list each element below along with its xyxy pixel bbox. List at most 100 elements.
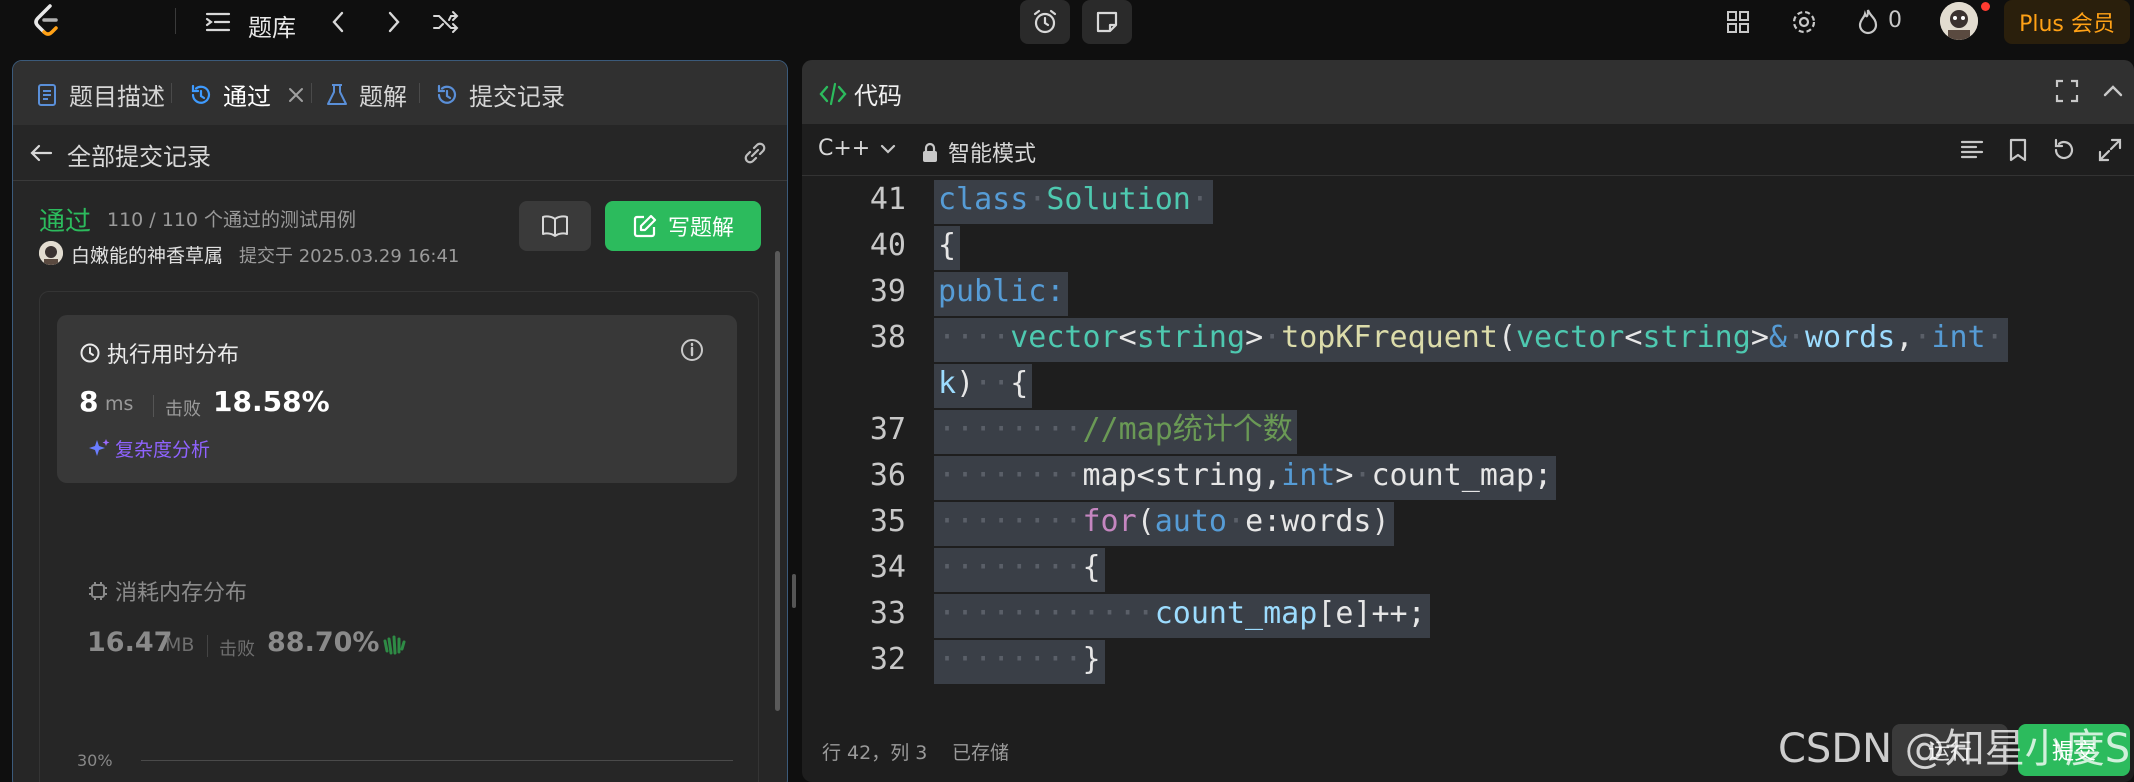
divider [175,8,176,34]
close-tab-icon[interactable] [285,84,307,106]
memory-beat-percent: 88.70% [267,627,380,658]
view-notes-button[interactable] [519,201,591,251]
language-select[interactable]: C++ [818,136,898,161]
editor-toolbar: C++ 智能模式 [802,124,2134,176]
fullscreen-icon[interactable] [2052,76,2082,106]
settings-gear-icon[interactable] [1788,6,1820,38]
code-line: 36 ········map<string,int>·count_map; [802,452,2134,500]
line-number: 40 [869,228,906,263]
line-number: 41 [869,182,906,217]
tab-accepted[interactable]: 通过 [187,77,307,112]
chip-icon [87,580,109,602]
tab-label: 题目描述 [69,83,165,111]
all-submissions-title[interactable]: 全部提交记录 [67,137,211,172]
chart-gridline [141,760,733,761]
document-icon [33,81,61,109]
code-line: 33 ············count_map[e]++; [802,590,2134,638]
code-line: 37 ········//map统计个数 [802,406,2134,454]
clock-icon [79,342,101,364]
streak-count: 0 [1888,8,1902,33]
line-number: 34 [869,550,906,585]
reset-undo-icon[interactable] [2050,136,2078,164]
alarm-clock-icon [1033,9,1057,34]
code-text: k)··{ [934,364,1033,408]
code-text: ········map<string,int>·count_map; [934,456,1557,500]
code-line: 32 ········} [802,636,2134,684]
problem-bank-label[interactable]: 题库 [248,8,296,43]
user-name[interactable]: 白嫩能的神香草属 [71,241,223,268]
back-arrow-icon[interactable] [27,139,55,167]
tab-label: 题解 [359,83,407,111]
flask-icon [323,81,351,109]
fire-streak-icon[interactable] [1852,6,1884,38]
complexity-analysis-link[interactable]: 复杂度分析 [87,435,210,462]
code-line: 39 public: [802,268,2134,316]
format-lines-icon[interactable] [1958,136,1986,164]
write-solution-button[interactable]: 写题解 [605,201,761,251]
clap-hands-icon [381,631,407,657]
tab-divider [311,83,312,103]
lock-icon [920,142,940,162]
line-number: 38 [869,320,906,355]
note-icon [1096,11,1118,33]
line-number: 39 [869,274,906,309]
expand-icon[interactable] [2096,136,2124,164]
avatar[interactable] [39,241,63,265]
code-text: ············count_map[e]++; [934,594,1430,638]
runtime-beat-percent: 18.58% [213,385,330,418]
csdn-watermark: CSDN @知星小度S [1778,726,2131,772]
tab-divider [419,83,420,103]
code-line: 41 class·Solution· [802,176,2134,224]
history-icon [187,81,215,109]
panel-scrollbar[interactable] [775,251,780,711]
tab-submissions[interactable]: 提交记录 [433,77,565,112]
history-icon [433,81,461,109]
line-number: 32 [869,642,906,677]
save-status: 已存储 [952,742,1010,764]
write-solution-label: 写题解 [667,216,734,241]
memory-unit: MB [165,634,195,656]
line-number: 36 [869,458,906,493]
prev-problem-icon[interactable] [322,6,354,38]
code-text: ········} [934,640,1105,684]
code-line: 38 ····vector<string>·topKFrequent(vecto… [802,314,2134,362]
code-line: 40 { [802,222,2134,270]
memory-title[interactable]: 消耗内存分布 [87,575,247,607]
tab-solutions[interactable]: 题解 [323,77,407,112]
timer-button[interactable] [1020,0,1070,44]
panel-resize-handle[interactable] [792,574,796,608]
tab-description[interactable]: 题目描述 [33,77,165,112]
code-tab[interactable]: 代码 [818,76,902,111]
share-link-icon[interactable] [739,137,771,169]
beats-label: 击败 [219,639,255,660]
shuffle-icon[interactable] [430,6,462,38]
sparkle-icon [87,437,111,461]
smart-mode-toggle[interactable]: 智能模式 [920,136,1036,168]
runtime-value: 8 [79,385,99,418]
layout-grid-icon[interactable] [1722,6,1754,38]
code-line: 34 ········{ [802,544,2134,592]
panel-tabs: 题目描述 通过 题解 提交记录 [13,61,787,125]
problem-list-icon[interactable] [202,6,234,38]
code-text: ········{ [934,548,1105,592]
submission-panel: 题目描述 通过 题解 提交记录 全部提交记录 通过 110 / 110 个通过的… [12,60,788,782]
bookmark-icon[interactable] [2004,136,2032,164]
memory-value: 16.47 [87,627,173,658]
info-icon[interactable] [679,337,705,363]
notes-button[interactable] [1082,0,1132,44]
code-text: { [934,226,961,270]
tab-label: 提交记录 [469,83,565,111]
leetcode-logo-icon[interactable] [30,2,66,38]
next-problem-icon[interactable] [378,6,410,38]
code-panel: 代码 C++ 智能模式 41 class·Solution· 40 {39 p… [802,60,2134,782]
chart-axis-label: 30% [77,751,113,770]
user-avatar[interactable] [1940,2,1978,40]
collapse-chevron-up-icon[interactable] [2098,76,2128,106]
code-editor[interactable]: 41 class·Solution· 40 { 39 public: 38 ··… [802,176,2134,716]
code-line: 35 ········for(auto·e:words) [802,498,2134,546]
runtime-card[interactable]: 执行用时分布 8 ms 击败 18.58% 复杂度分析 [57,315,737,483]
runtime-title: 执行用时分布 [79,337,239,369]
chevron-down-icon [878,139,898,159]
plus-member-button[interactable]: Plus 会员 [2004,0,2130,44]
open-book-icon [542,215,568,237]
